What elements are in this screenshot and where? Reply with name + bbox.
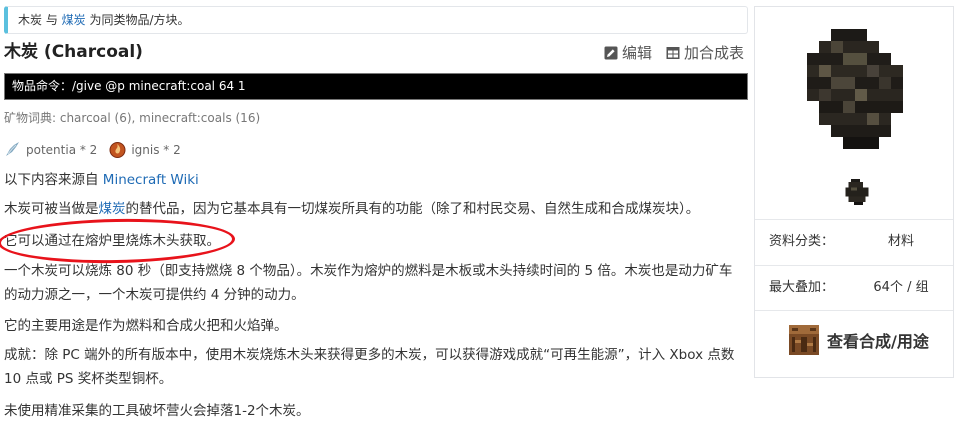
- charcoal-large-icon: [807, 29, 903, 149]
- paragraph-usage: 它的主要用途是作为燃料和合成火把和火焰弹。: [4, 318, 288, 334]
- add-recipe-button[interactable]: 加合成表: [666, 42, 744, 63]
- paragraph-obtain: 它可以通过在熔炉里烧炼木头获取。: [4, 233, 220, 249]
- ignis-icon: [109, 142, 126, 158]
- paragraph-achievement: 成就：除 PC 端外的所有版本中，使用木炭烧炼木头来获得更多的木炭，可以获得游戏…: [4, 347, 735, 387]
- view-recipe-label: 查看合成/用途: [827, 332, 929, 351]
- minecraft-wiki-link[interactable]: Minecraft Wiki: [103, 172, 199, 188]
- related-items-notice: 木炭 与 煤炭 为同类物品/方块。: [4, 6, 748, 34]
- edit-icon: [604, 46, 618, 59]
- paragraph-substitute: 木炭可被当做是煤炭的替代品，因为它基本具有一切煤炭所具有的功能（除了和村民交易、…: [4, 197, 699, 221]
- page-title: 木炭 (Charcoal): [4, 42, 143, 62]
- source-line: 以下内容来源自 Minecraft Wiki: [4, 168, 199, 192]
- stack-value: 64个 / 组: [873, 280, 929, 295]
- category-label: 资料分类：: [769, 234, 835, 249]
- coal-link[interactable]: 煤炭: [99, 201, 126, 217]
- ore-dictionary: 矿物词典: charcoal (6), minecraft:coals (16): [4, 111, 261, 125]
- edit-label: 编辑: [621, 44, 652, 62]
- aspect-ignis-label: ignis * 2: [131, 142, 181, 157]
- edit-button[interactable]: 编辑: [604, 42, 652, 63]
- notice-coal-link[interactable]: 煤炭: [62, 13, 86, 27]
- item-infobox: 资料分类： 材料 最大叠加： 64个 / 组 查看合成/用途: [754, 6, 954, 378]
- aspect-potentia[interactable]: potentia * 2: [4, 141, 97, 158]
- crafting-table-icon: [789, 325, 819, 355]
- title-actions: 编辑 加合成表: [604, 42, 744, 63]
- paragraph-fuel: 一个木炭可以烧炼 80 秒（即支持燃烧 8 个物品）。木炭作为熔炉的燃料是木板或…: [4, 263, 733, 303]
- view-recipe-button[interactable]: 查看合成/用途: [789, 325, 929, 355]
- potentia-icon: [6, 142, 19, 156]
- aspect-ignis[interactable]: ignis * 2: [109, 141, 181, 158]
- stack-label: 最大叠加：: [769, 280, 835, 295]
- paragraph-campfire: 未使用精准采集的工具破坏营火会掉落1-2个木炭。: [4, 403, 310, 419]
- source-prefix: 以下内容来源自: [4, 172, 103, 188]
- aspects-list: potentia * 2 ignis * 2: [4, 141, 181, 158]
- category-value-link[interactable]: 材料: [861, 220, 941, 264]
- table-icon: [666, 46, 680, 59]
- paragraph-1a: 木炭可被当做是: [4, 201, 99, 217]
- paragraph-1b: 的替代品，因为它基本具有一切煤炭所具有的功能（除了和村民交易、自然生成和合成煤炭…: [125, 201, 700, 217]
- charcoal-small-icon: [845, 179, 869, 205]
- notice-suffix: 为同类物品/方块。: [85, 13, 190, 27]
- add-recipe-label: 加合成表: [683, 44, 744, 62]
- aspect-potentia-label: potentia * 2: [26, 142, 98, 157]
- category-row: 资料分类： 材料: [755, 219, 953, 264]
- give-command-bar[interactable]: 物品命令：/give @p minecraft:coal 64 1: [4, 73, 748, 100]
- stack-row: 最大叠加： 64个 / 组: [755, 265, 953, 311]
- notice-prefix: 木炭 与: [18, 13, 62, 27]
